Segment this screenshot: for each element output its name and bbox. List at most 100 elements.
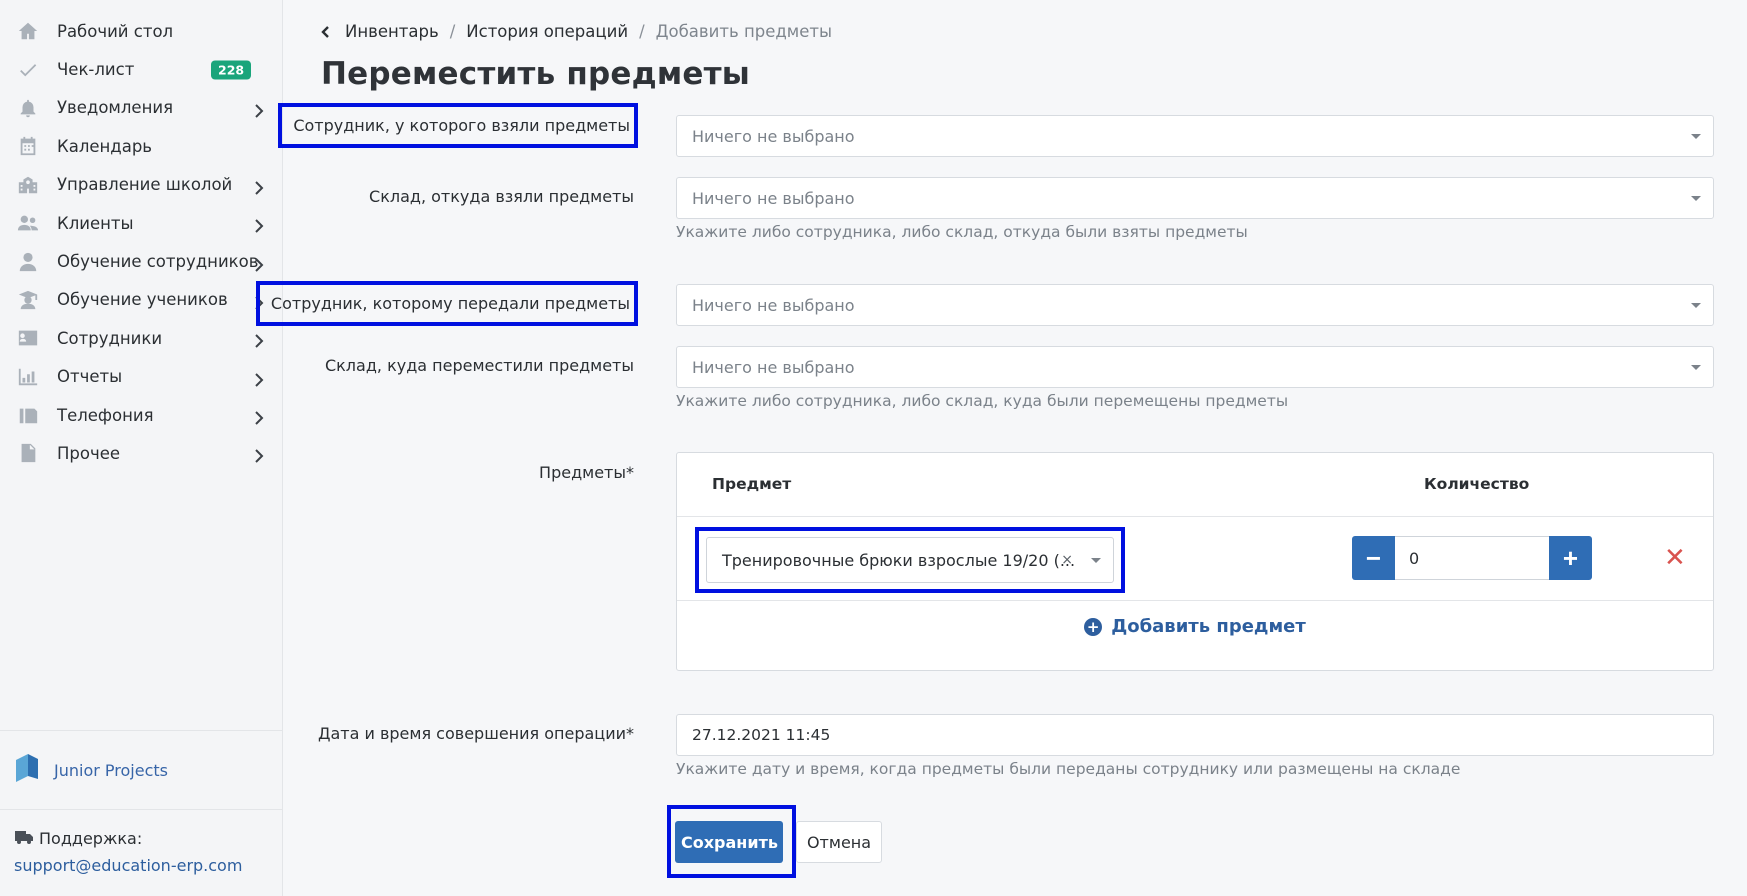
datetime-help-text: Укажите дату и время, когда предметы был… (676, 760, 1461, 778)
cancel-button[interactable]: Отмена (796, 821, 882, 863)
caret-down-icon (1091, 558, 1101, 563)
sidebar-item-employees[interactable]: Сотрудники (0, 319, 282, 357)
breadcrumb-separator: / (639, 22, 645, 41)
sidebar-item-label: Обучение сотрудников (57, 252, 259, 272)
sidebar-item-student-training[interactable]: Обучение учеников (0, 281, 282, 319)
chevron-right-icon (254, 180, 264, 195)
sidebar-nav: Рабочий стол Чек-лист 228 Уведомления Ка… (0, 0, 282, 473)
breadcrumb-current: Добавить предметы (655, 22, 833, 41)
chevron-right-icon (254, 410, 264, 425)
sidebar-item-label: Чек-лист (57, 60, 135, 80)
from-help-text: Укажите либо сотрудника, либо склад, отк… (676, 223, 1248, 241)
to-warehouse-value: Ничего не выбрано (692, 357, 855, 377)
main-content: Инвентарь / История операций / Добавить … (255, 0, 1747, 896)
from-employee-select[interactable]: Ничего не выбрано (676, 115, 1714, 157)
home-icon (14, 19, 42, 43)
brand-name: Junior Projects (54, 761, 168, 780)
from-warehouse-select[interactable]: Ничего не выбрано (676, 177, 1714, 219)
support-block: Поддержка: support@education-erp.com (0, 809, 283, 875)
to-employee-value: Ничего не выбрано (692, 295, 855, 315)
chevron-right-icon (254, 257, 264, 272)
sidebar-item-label: Обучение учеников (57, 290, 228, 310)
remove-item-icon[interactable]: ✕ (1664, 543, 1686, 573)
caret-down-icon (1691, 134, 1701, 139)
file-icon (14, 441, 42, 465)
sidebar-item-label: Рабочий стол (57, 21, 174, 41)
item-select[interactable]: Тренировочные брюки взрослые 19/20 (... … (706, 537, 1114, 583)
chevron-right-icon (254, 218, 264, 233)
from-warehouse-label: Склад, откуда взяли предметы (369, 187, 634, 206)
from-warehouse-value: Ничего не выбрано (692, 188, 855, 208)
column-header-quantity: Количество (1424, 475, 1530, 493)
chevron-left-icon[interactable] (321, 25, 331, 39)
items-table: Предмет Количество Тренировочные брюки в… (676, 452, 1714, 671)
breadcrumb-history[interactable]: История операций (466, 22, 628, 41)
caret-down-icon (1691, 303, 1701, 308)
decrement-button[interactable]: − (1352, 536, 1395, 580)
school-icon (14, 173, 42, 197)
chevron-right-icon (254, 448, 264, 464)
chart-icon (14, 365, 42, 389)
item-select-highlight: Тренировочные брюки взрослые 19/20 (... … (695, 527, 1125, 593)
to-employee-select[interactable]: Ничего не выбрано (676, 284, 1714, 326)
clear-icon[interactable]: × (1061, 552, 1073, 568)
add-item-button[interactable]: + Добавить предмет (677, 616, 1713, 637)
save-button-highlight: Сохранить (667, 805, 796, 878)
breadcrumb-inventory[interactable]: Инвентарь (345, 22, 439, 41)
sidebar-item-label: Сотрудники (57, 328, 163, 348)
bell-icon (14, 96, 42, 120)
fax-icon (14, 403, 42, 427)
add-item-label: Добавить предмет (1111, 616, 1306, 637)
to-warehouse-select[interactable]: Ничего не выбрано (676, 346, 1714, 388)
calendar-icon (14, 134, 42, 158)
users-icon (14, 211, 42, 235)
chevron-right-icon (254, 333, 264, 349)
datetime-input[interactable]: 27.12.2021 11:45 (676, 714, 1714, 756)
caret-down-icon (1691, 365, 1701, 370)
breadcrumb: Инвентарь / История операций / Добавить … (321, 22, 832, 41)
sidebar-item-dashboard[interactable]: Рабочий стол (0, 12, 282, 50)
table-divider (677, 516, 1713, 517)
brand[interactable]: Junior Projects (0, 730, 283, 810)
graduate-icon (14, 288, 42, 312)
save-button[interactable]: Сохранить (675, 821, 783, 863)
id-card-icon (14, 326, 42, 350)
sidebar-item-checklist[interactable]: Чек-лист 228 (0, 50, 282, 88)
support-email-link[interactable]: support@education-erp.com (14, 856, 242, 875)
to-warehouse-label: Склад, куда переместили предметы (324, 356, 634, 375)
sidebar-item-reports[interactable]: Отчеты (0, 358, 282, 396)
sidebar-item-telephony[interactable]: Телефония (0, 396, 282, 434)
sidebar-item-staff-training[interactable]: Обучение сотрудников (0, 242, 282, 280)
page-title: Переместить предметы (321, 56, 751, 92)
sidebar-item-calendar[interactable]: Календарь (0, 127, 282, 165)
quantity-stepper: − + (1352, 536, 1592, 580)
sidebar-item-clients[interactable]: Клиенты (0, 204, 282, 242)
plus-circle-icon: + (1084, 617, 1103, 636)
support-label: Поддержка: (39, 828, 143, 848)
sidebar-item-other[interactable]: Прочее (0, 434, 282, 472)
check-icon (14, 58, 42, 82)
sidebar-item-notifications[interactable]: Уведомления (0, 89, 282, 127)
from-employee-value: Ничего не выбрано (692, 126, 855, 146)
items-label: Предметы* (539, 463, 634, 482)
brand-logo-icon (14, 752, 40, 790)
quantity-input[interactable] (1395, 536, 1549, 580)
datetime-value: 27.12.2021 11:45 (692, 726, 831, 744)
caret-down-icon (1691, 196, 1701, 201)
sidebar-item-label: Управление школой (57, 175, 233, 195)
sidebar-item-label: Отчеты (57, 367, 123, 387)
user-tie-icon (14, 250, 42, 274)
breadcrumb-separator: / (449, 22, 456, 41)
sidebar-item-label: Календарь (57, 136, 153, 156)
sidebar-item-school-management[interactable]: Управление школой (0, 166, 282, 204)
table-divider (677, 600, 1713, 601)
from-employee-label: Сотрудник, у которого взяли предметы (278, 103, 638, 148)
ambulance-icon (14, 828, 34, 848)
item-select-value: Тренировочные брюки взрослые 19/20 (... (722, 550, 1076, 570)
sidebar-item-label: Телефония (57, 405, 154, 425)
sidebar-item-label: Уведомления (57, 98, 174, 118)
sidebar-item-label: Прочее (57, 443, 121, 463)
chevron-right-icon (254, 103, 264, 118)
to-help-text: Укажите либо сотрудника, либо склад, куд… (676, 392, 1289, 410)
increment-button[interactable]: + (1549, 536, 1592, 580)
